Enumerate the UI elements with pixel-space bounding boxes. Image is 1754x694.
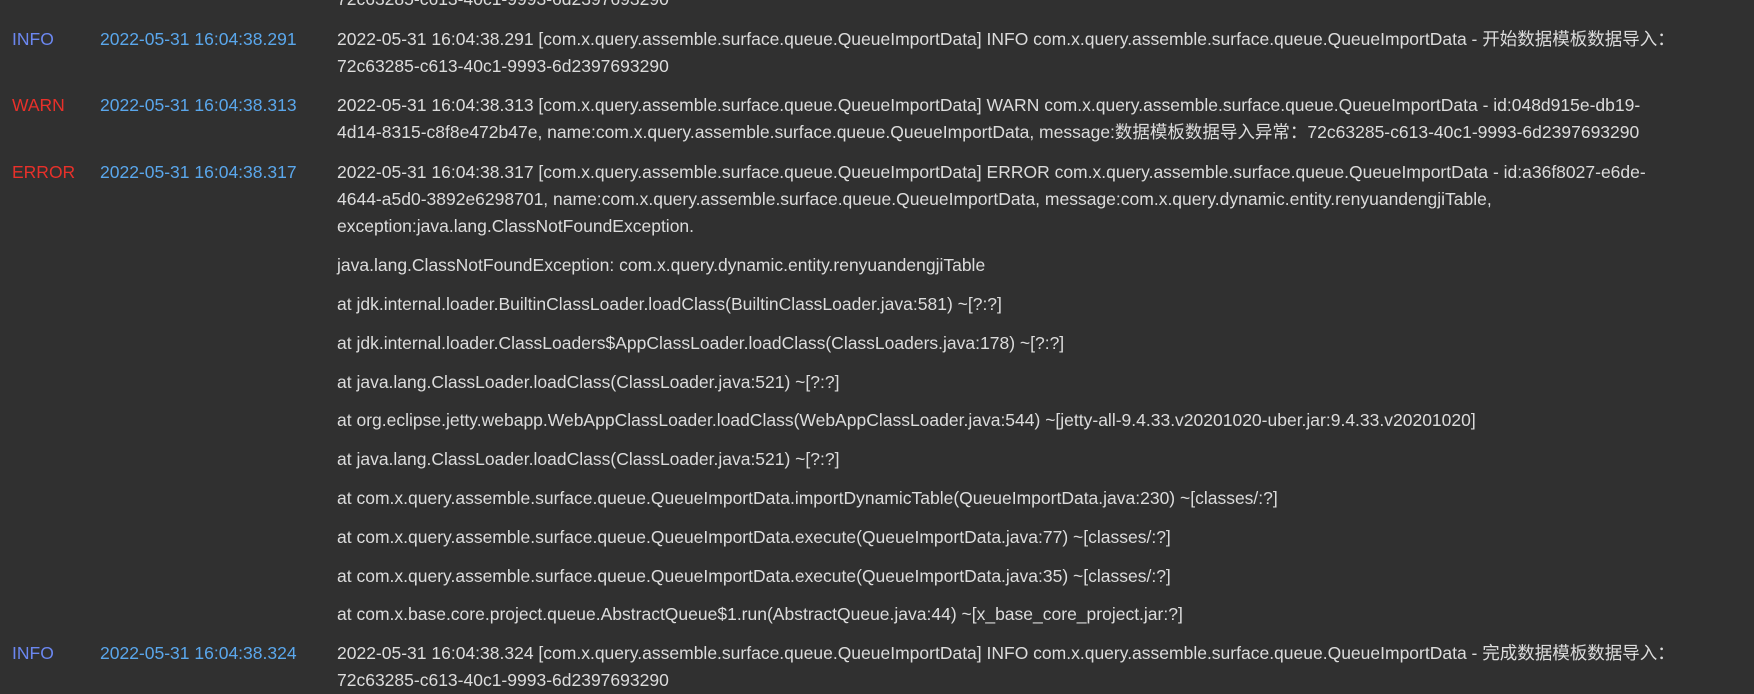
log-timestamp: 2022-05-31 16:04:38.291 [100,29,297,49]
log-level-info: INFO [12,643,54,663]
log-level-error: ERROR [12,162,76,182]
stack-trace-line: at com.x.query.assemble.surface.queue.Qu… [337,566,1171,586]
stack-trace-line: at org.eclipse.jetty.webapp.WebAppClassL… [337,410,1476,430]
log-message-fragment: 72c63285-c613-40c1-9993-6d2397693290 [337,0,1742,13]
stack-trace-line: at java.lang.ClassLoader.loadClass(Class… [337,449,840,469]
stack-trace-line: at com.x.base.core.project.queue.Abstrac… [337,604,1183,624]
log-timestamp: 2022-05-31 16:04:38.317 [100,162,297,182]
log-message: 2022-05-31 16:04:38.324 [com.x.query.ass… [337,643,1675,690]
stack-trace-line: java.lang.ClassNotFoundException: com.x.… [337,255,986,275]
log-timestamp: 2022-05-31 16:04:38.324 [100,643,297,663]
log-message: 2022-05-31 16:04:38.317 [com.x.query.ass… [337,162,1646,236]
log-level-info: INFO [12,29,54,49]
stack-trace-line: at java.lang.ClassLoader.loadClass(Class… [337,372,840,392]
log-timestamp: 2022-05-31 16:04:38.313 [100,95,297,115]
stack-trace-line: at jdk.internal.loader.BuiltinClassLoade… [337,294,1002,314]
log-message: 2022-05-31 16:04:38.291 [com.x.query.ass… [337,29,1675,76]
stack-trace-line: at jdk.internal.loader.ClassLoaders$AppC… [337,333,1065,353]
stack-trace-line: at com.x.query.assemble.surface.queue.Qu… [337,527,1171,547]
stack-trace-line: at com.x.query.assemble.surface.queue.Qu… [337,488,1278,508]
log-message: 2022-05-31 16:04:38.313 [com.x.query.ass… [337,95,1641,142]
log-level-warn: WARN [12,95,65,115]
